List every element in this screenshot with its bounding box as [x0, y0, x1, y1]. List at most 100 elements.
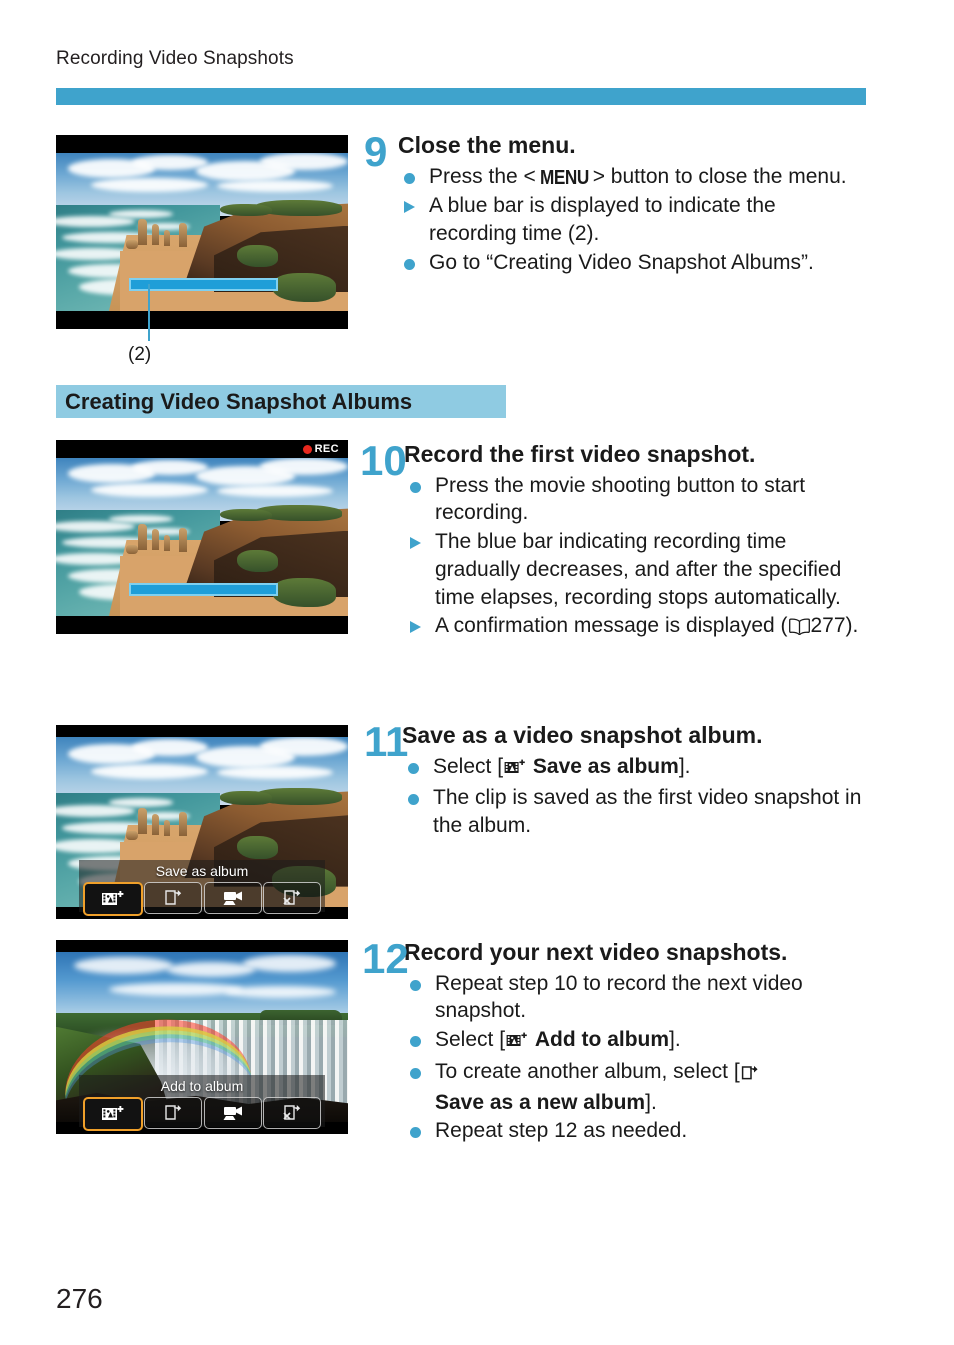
step-10-title: Record the first video snapshot. [404, 441, 756, 467]
bullet-dot-icon [408, 762, 419, 774]
step-11-title: Save as a video snapshot album. [402, 722, 763, 748]
step-12-number: 12 [362, 935, 409, 982]
bullet-dot-icon [404, 258, 415, 270]
bullet-triangle-icon [410, 537, 421, 550]
bullet-dot-icon [410, 481, 421, 493]
bullet-text-before: To create another album, select [ [435, 1059, 740, 1083]
step-9: 9 Close the menu. Press the < MENU > butto… [364, 128, 864, 277]
step-12: 12 Record your next video snapshots. Rep… [362, 935, 872, 1146]
bullet-text-after: 277). [810, 614, 859, 638]
bullet-dot-icon [410, 1067, 421, 1079]
bullet-text: Repeat step 12 as needed. [435, 1119, 688, 1143]
section-heading-band: Creating Video Snapshot Albums [56, 385, 506, 418]
save-as-new-album-icon [163, 1104, 183, 1122]
step-10: 10 Record the first video snapshot. Pres… [360, 437, 870, 644]
step-9-number: 9 [364, 128, 388, 175]
bullet-text-before: A confirmation message is displayed ( [435, 614, 788, 638]
rec-indicator: REC [302, 443, 339, 455]
list-item: Select [ Add to album]. [404, 1026, 872, 1057]
list-item: Repeat step 12 as needed. [404, 1117, 872, 1145]
figure-step-12: Add to album [56, 940, 348, 1134]
add-to-album-button[interactable] [83, 1097, 144, 1131]
bullet-text-before: Select [ [433, 754, 504, 778]
bullet-text-after: ]. [645, 1090, 657, 1114]
delete-clip-icon [282, 889, 302, 907]
list-item: Select [ Save as album]. [402, 753, 864, 784]
bullet-text: Press the movie shooting button to start… [435, 473, 806, 525]
book-reference-icon [788, 615, 810, 643]
bullet-triangle-icon [404, 201, 415, 214]
step-10-number: 10 [360, 437, 407, 484]
bullet-dot-icon [410, 1127, 421, 1139]
step-12-bullets: Repeat step 10 to record the next video … [404, 970, 872, 1145]
bullet-text: Go to “Creating Video Snapshot Albums”. [429, 250, 814, 274]
list-item: A confirmation message is displayed ( 277… [404, 612, 870, 643]
new-album-icon [741, 1061, 761, 1089]
bullet-dot-icon [410, 979, 421, 991]
camera-menu-caption: Save as album [155, 863, 249, 879]
list-item: The clip is saved as the first video sna… [402, 784, 864, 839]
list-item: Press the < MENU > button to close the men… [398, 163, 864, 191]
bullet-text-after: ]. [678, 754, 691, 778]
list-item: Repeat step 10 to record the next video … [404, 970, 872, 1025]
save-as-album-icon [101, 1105, 125, 1123]
bullet-text: The clip is saved as the first video sna… [433, 786, 862, 838]
delete-clip-button[interactable] [262, 882, 321, 914]
callout-leader-line [148, 284, 150, 341]
bullet-text-after: ]. [669, 1028, 681, 1052]
recording-time-bar [129, 583, 278, 596]
playback-movie-button[interactable] [203, 882, 262, 914]
delete-clip-icon [282, 1104, 302, 1122]
section-heading-text: Creating Video Snapshot Albums [65, 389, 413, 414]
list-item: The blue bar indicating recording time g… [404, 528, 870, 611]
bullet-text: The blue bar indicating recording time g… [435, 530, 842, 609]
recording-time-bar [129, 278, 278, 291]
camera-menu-buttons [79, 879, 324, 919]
camera-menu-caption: Add to album [160, 1078, 244, 1094]
bullet-text-before: Press the < [429, 164, 536, 188]
save-as-album-icon [101, 890, 125, 908]
rec-dot-icon [302, 444, 312, 454]
bullet-dot-icon [410, 1036, 421, 1048]
page-number: 276 [56, 1283, 103, 1314]
playback-movie-button[interactable] [203, 1097, 262, 1129]
save-as-new-album-button[interactable] [144, 1097, 203, 1129]
album-add-icon [504, 756, 526, 784]
bullet-triangle-icon [410, 621, 421, 634]
step-9-title: Close the menu. [398, 132, 576, 158]
save-as-new-album-button[interactable] [144, 882, 203, 914]
album-add-icon [506, 1029, 528, 1057]
delete-clip-button[interactable] [262, 1097, 321, 1129]
figure-step-11: Save as album [56, 725, 348, 919]
list-item: A blue bar is displayed to indicate the … [398, 192, 864, 247]
bullet-dot-icon [404, 172, 415, 184]
menu-button-glyph: MENU [539, 166, 589, 189]
bullet-text: Repeat step 10 to record the next video … [435, 971, 803, 1023]
step-11: 11 Save as a video snapshot album. Selec… [364, 721, 864, 841]
header-rule [56, 88, 866, 105]
step-12-title: Record your next video snapshots. [404, 939, 788, 965]
step-10-bullets: Press the movie shooting button to start… [404, 472, 870, 643]
figure-step-9 [56, 135, 348, 329]
camera-bottom-menu: Save as album [79, 860, 325, 916]
figure-step-10: REC [56, 440, 348, 634]
list-item: Press the movie shooting button to start… [404, 472, 870, 527]
save-as-album-button[interactable] [83, 882, 144, 916]
camera-menu-buttons [79, 1094, 324, 1134]
bullet-bold-text: Save as album [532, 754, 679, 778]
bullet-text: A blue bar is displayed to indicate the … [429, 194, 776, 245]
bullet-text-before: Select [ [435, 1028, 506, 1052]
playback-movie-icon [221, 1104, 245, 1122]
bullet-bold-text: Save as a new album [435, 1090, 646, 1114]
bullet-text-after: > button to close the menu. [592, 164, 847, 188]
bullet-dot-icon [408, 794, 419, 806]
step-9-bullets: Press the < MENU > button to close the men… [398, 163, 864, 277]
running-header: Recording Video Snapshots [56, 48, 294, 69]
callout-label-2: (2) [128, 344, 152, 365]
bullet-bold-text: Add to album [534, 1028, 670, 1052]
camera-bottom-menu: Add to album [79, 1075, 325, 1131]
list-item: To create another album, select [ Save as… [404, 1058, 872, 1116]
list-item: Go to “Creating Video Snapshot Albums”. [398, 249, 864, 277]
rec-label: REC [314, 443, 339, 455]
playback-movie-icon [221, 889, 245, 907]
